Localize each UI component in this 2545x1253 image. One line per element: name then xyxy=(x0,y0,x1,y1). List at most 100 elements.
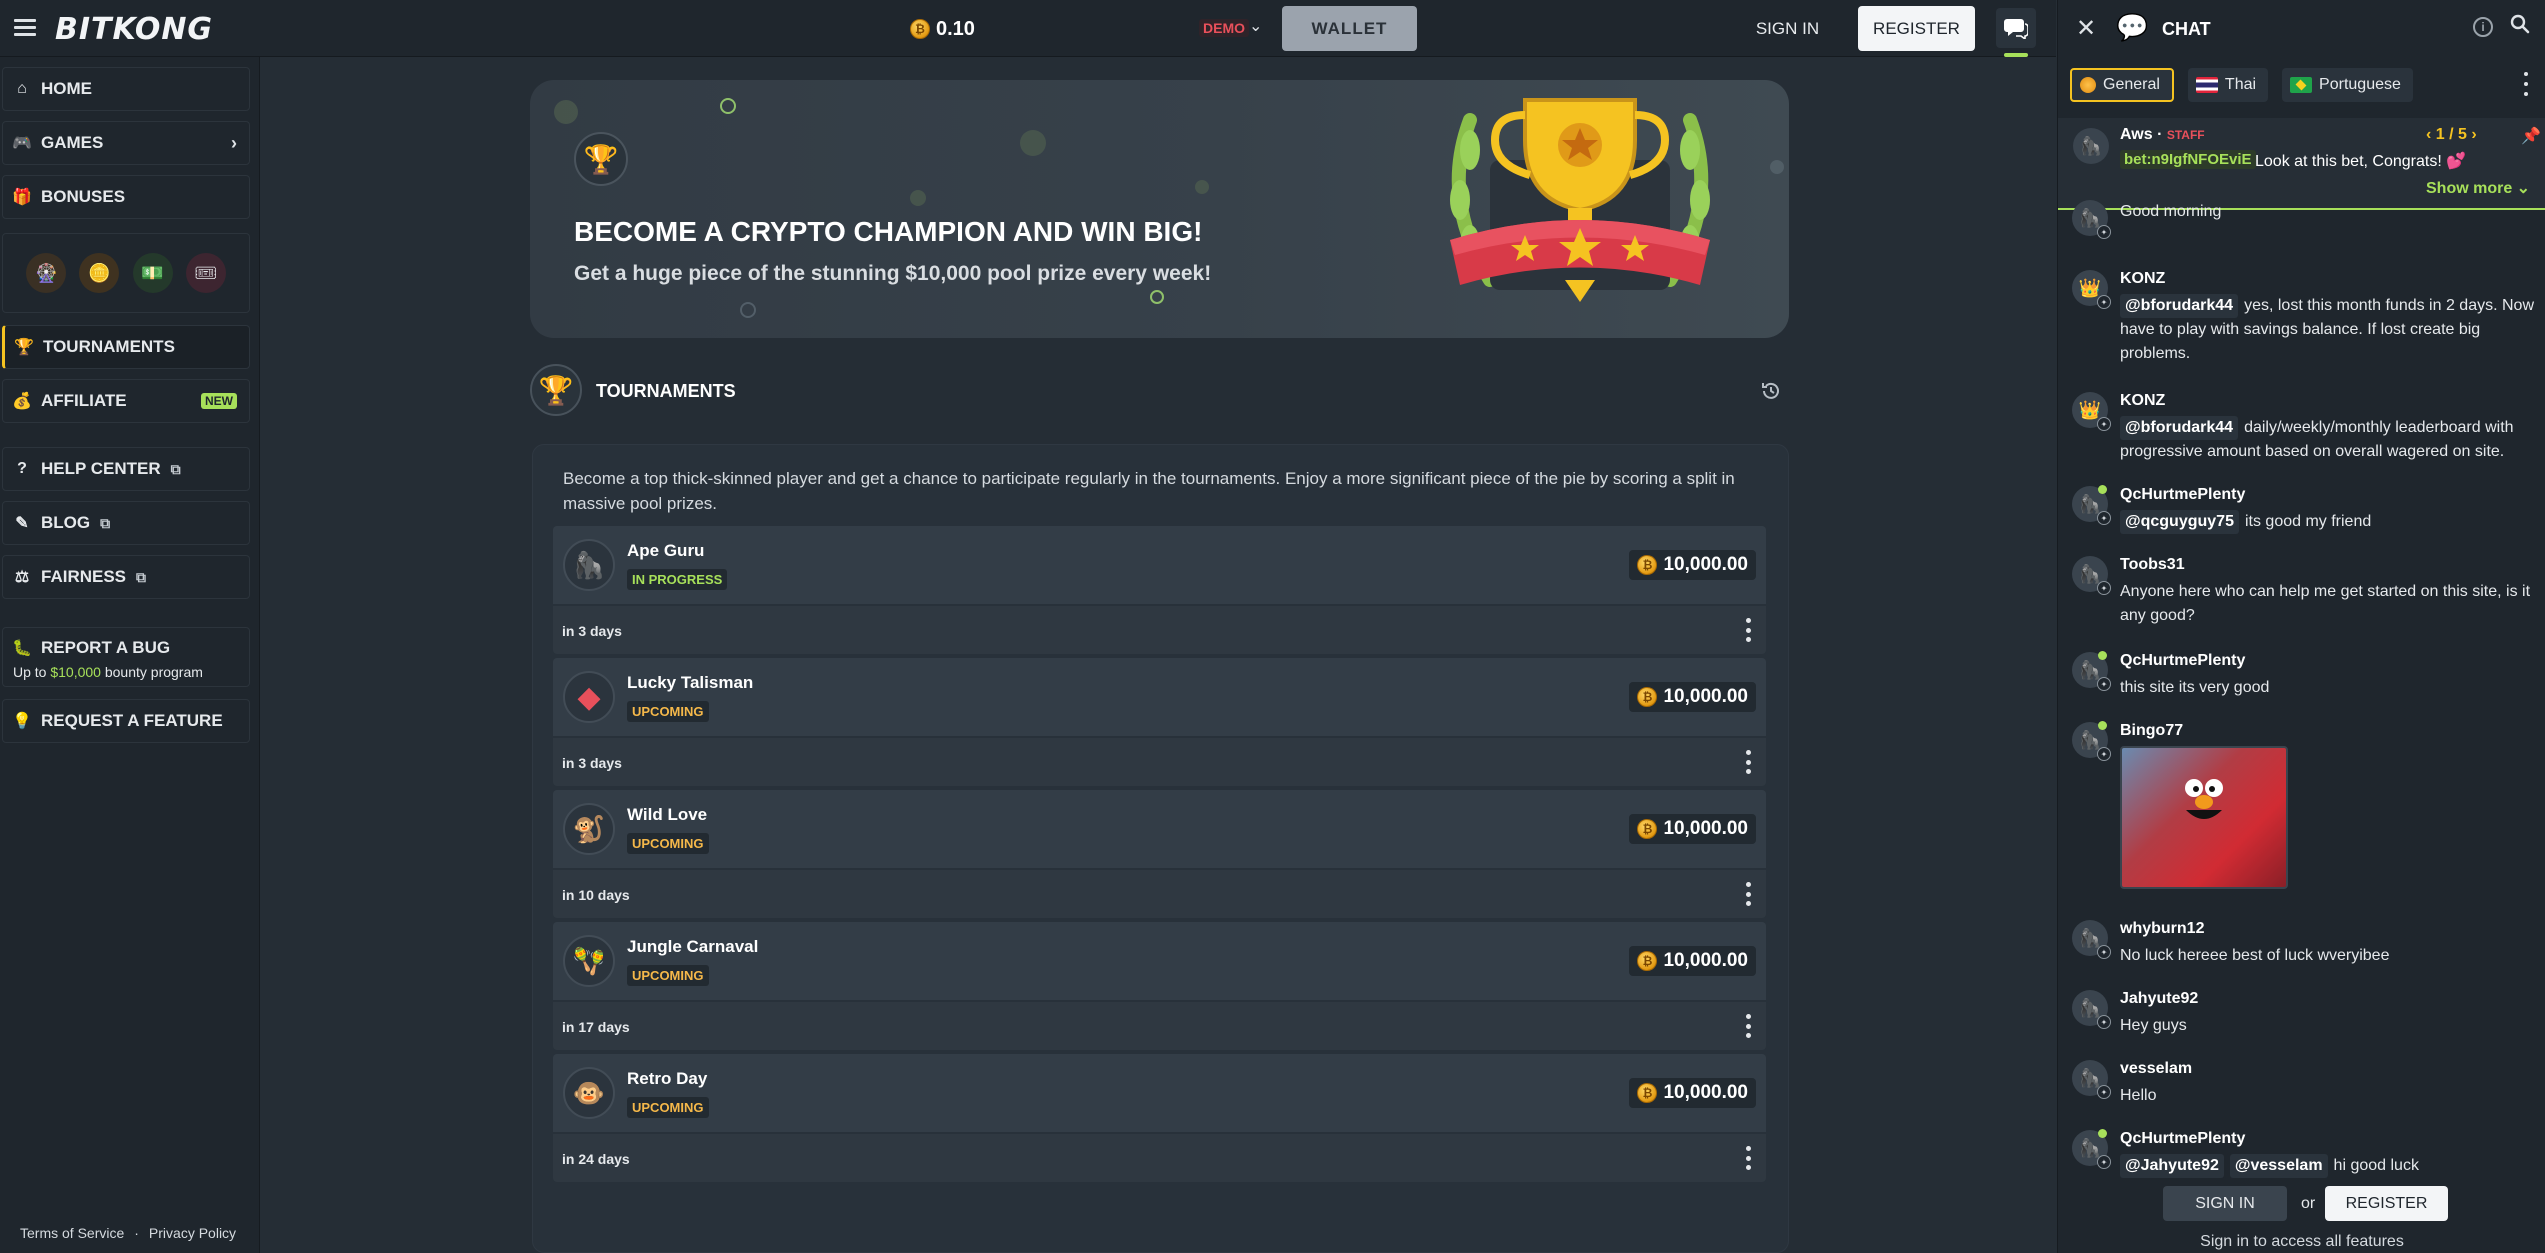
cash-bonus-icon[interactable]: 💵 xyxy=(132,253,173,293)
chat-sign-in-button[interactable]: SIGN IN xyxy=(2163,1186,2287,1221)
avatar[interactable]: 🦍 ✦ xyxy=(2072,200,2111,239)
logo[interactable]: BITKONG xyxy=(55,12,213,47)
question-icon: ? xyxy=(17,460,27,477)
avatar[interactable]: 👑 ✦ xyxy=(2072,270,2111,309)
bet-tag[interactable]: bet:n9IgfNFOEviE xyxy=(2120,150,2256,169)
or-label: or xyxy=(2301,1195,2316,1212)
avatar[interactable]: 🦍 ✦ xyxy=(2072,485,2111,525)
gem-icon: ◆ xyxy=(563,671,615,723)
chat-register-button[interactable]: REGISTER xyxy=(2325,1186,2448,1221)
privacy-link[interactable]: Privacy Policy xyxy=(149,1225,236,1241)
demo-badge[interactable]: DEMO xyxy=(1199,19,1249,37)
message-author[interactable]: QcHurtmePlenty xyxy=(2120,652,2245,670)
tournament-card-header[interactable]: ◆ Lucky Talisman UPCOMING ₿ 10,000.00 xyxy=(553,658,1766,736)
avatar[interactable]: 🦍 ✦ xyxy=(2072,1060,2111,1099)
more-options-icon[interactable] xyxy=(1746,1014,1752,1038)
chevron-down-icon[interactable]: ⌄ xyxy=(1249,16,1262,36)
mention-tag[interactable]: @bforudark44 xyxy=(2120,294,2239,318)
more-options-icon[interactable] xyxy=(1746,882,1752,906)
tournament-card[interactable]: 🐵 Retro Day UPCOMING ₿ 10,000.00 in 24 days xyxy=(553,1054,1766,1182)
avatar[interactable]: 🦍 ✦ xyxy=(2072,1129,2111,1169)
tournament-card-footer: in 17 days xyxy=(553,1002,1766,1050)
chat-toggle-button[interactable] xyxy=(1996,8,2036,48)
sidebar-item-bonuses[interactable]: 🎁 BONUSES xyxy=(2,175,250,219)
avatar[interactable]: 👑 ✦ xyxy=(2072,392,2111,431)
tournament-card-header[interactable]: 🦍 Ape Guru IN PROGRESS ₿ 10,000.00 xyxy=(553,526,1766,604)
champion-trophy-illustration xyxy=(1450,98,1710,302)
prize-amount: ₿ 10,000.00 xyxy=(1629,814,1756,844)
avatar[interactable]: 🦍 ✦ xyxy=(2072,556,2111,595)
mention-tag[interactable]: @qcguyguy75 xyxy=(2120,510,2239,534)
report-bug-button[interactable]: 🐛 REPORT A BUG Up to $10,000 bounty prog… xyxy=(2,627,250,687)
tournament-card-header[interactable]: 🪇 Jungle Carnaval UPCOMING ₿ 10,000.00 xyxy=(553,922,1766,1000)
pinned-text: Look at this bet, Congrats! 💕 xyxy=(2255,153,2467,170)
avatar[interactable]: 🦍 ✦ xyxy=(2072,721,2111,761)
coin-bonus-icon[interactable]: 🪙 xyxy=(79,253,120,293)
sidebar-item-affiliate[interactable]: 💰 AFFILIATE NEW xyxy=(2,379,250,423)
sidebar-item-blog[interactable]: ✎ BLOG ⧉ xyxy=(2,501,250,545)
ticket-bonus-icon[interactable]: 🎟 xyxy=(185,253,226,293)
message-author[interactable]: Bingo77 xyxy=(2120,722,2183,740)
tournament-card[interactable]: 🦍 Ape Guru IN PROGRESS ₿ 10,000.00 in 3 days xyxy=(553,526,1766,654)
balance-display[interactable]: ₿ 0.10 xyxy=(910,14,975,44)
message-author[interactable]: Toobs31 xyxy=(2120,556,2185,574)
message-author[interactable]: KONZ xyxy=(2120,270,2165,288)
sidebar-item-games[interactable]: 🎮 GAMES › xyxy=(2,121,250,165)
sidebar-item-tournaments[interactable]: 🏆 TOURNAMENTS xyxy=(2,325,250,369)
avatar[interactable]: 🦍 ✦ xyxy=(2072,651,2111,691)
terms-link[interactable]: Terms of Service xyxy=(20,1225,124,1241)
avatar[interactable]: 🦍 ✦ xyxy=(2072,920,2111,959)
hero-banner: 🏆 BECOME A CRYPTO CHAMPION AND WIN BIG! … xyxy=(530,80,1789,338)
lightbulb-icon: 💡 xyxy=(12,713,32,730)
message-author[interactable]: whyburn12 xyxy=(2120,920,2204,938)
mention-tag[interactable]: @vesselam xyxy=(2229,1154,2328,1178)
message-author[interactable]: QcHurtmePlenty xyxy=(2120,486,2245,504)
mention-tag[interactable]: @Jahyute92 xyxy=(2120,1154,2224,1178)
sidebar-item-label: GAMES xyxy=(41,133,104,152)
sidebar-item-request-feature[interactable]: 💡 REQUEST A FEATURE xyxy=(2,699,250,743)
sign-in-button[interactable]: SIGN IN xyxy=(1740,6,1835,51)
tab-portuguese[interactable]: Portuguese xyxy=(2282,68,2413,102)
level-badge-icon: ✦ xyxy=(2097,747,2111,761)
tab-thai[interactable]: Thai xyxy=(2187,68,2269,102)
message-author[interactable]: KONZ xyxy=(2120,392,2165,410)
message-author[interactable]: vesselam xyxy=(2120,1060,2192,1078)
tournament-name: Ape Guru xyxy=(627,541,705,560)
more-options-icon[interactable] xyxy=(2524,72,2529,96)
sidebar-item-label: HELP CENTER xyxy=(41,459,161,478)
tournament-countdown: in 10 days xyxy=(562,887,630,903)
tournament-countdown: in 3 days xyxy=(562,755,622,771)
history-icon[interactable] xyxy=(1756,376,1786,406)
bonus-shortcuts: 🎡 🪙 💵 🎟 xyxy=(2,233,250,313)
message-author[interactable]: QcHurtmePlenty xyxy=(2120,1130,2245,1148)
avatar[interactable]: 🦍 ✦ xyxy=(2072,990,2111,1029)
info-icon[interactable]: i xyxy=(2473,17,2493,37)
close-icon[interactable]: ✕ xyxy=(2076,14,2096,43)
tournament-card[interactable]: ◆ Lucky Talisman UPCOMING ₿ 10,000.00 in 3 da… xyxy=(553,658,1766,786)
sidebar-item-home[interactable]: ⌂ HOME xyxy=(2,67,250,111)
show-more-button[interactable]: Show more ⌄ xyxy=(2426,178,2530,198)
tab-label: Thai xyxy=(2224,76,2257,93)
register-button[interactable]: REGISTER xyxy=(1858,6,1975,51)
ape-heart-icon: 🐒 xyxy=(563,803,615,855)
message-author[interactable]: Jahyute92 xyxy=(2120,990,2198,1008)
sidebar-item-help-center[interactable]: ? HELP CENTER ⧉ xyxy=(2,447,250,491)
gif-image[interactable] xyxy=(2120,746,2288,889)
tournament-card-header[interactable]: 🐵 Retro Day UPCOMING ₿ 10,000.00 xyxy=(553,1054,1766,1132)
mention-tag[interactable]: @bforudark44 xyxy=(2120,416,2239,440)
wheel-bonus-icon[interactable]: 🎡 xyxy=(26,253,67,293)
tournament-card[interactable]: 🐒 Wild Love UPCOMING ₿ 10,000.00 in 10 days xyxy=(553,790,1766,918)
search-icon[interactable] xyxy=(2510,14,2530,40)
more-options-icon[interactable] xyxy=(1746,750,1752,774)
sidebar-item-label: TOURNAMENTS xyxy=(43,337,175,356)
tab-general[interactable]: General xyxy=(2070,68,2174,102)
message-text: @bforudark44 yes, lost this month funds i… xyxy=(2120,294,2534,366)
tournament-card-header[interactable]: 🐒 Wild Love UPCOMING ₿ 10,000.00 xyxy=(553,790,1766,868)
pinned-counter[interactable]: ‹ 1 / 5 › xyxy=(2426,126,2477,144)
tournament-card[interactable]: 🪇 Jungle Carnaval UPCOMING ₿ 10,000.00 in 17 … xyxy=(553,922,1766,1050)
menu-icon[interactable] xyxy=(14,19,36,37)
wallet-button[interactable]: WALLET xyxy=(1282,6,1417,51)
more-options-icon[interactable] xyxy=(1746,618,1752,642)
sidebar-item-fairness[interactable]: ⚖ FAIRNESS ⧉ xyxy=(2,555,250,599)
more-options-icon[interactable] xyxy=(1746,1146,1752,1170)
